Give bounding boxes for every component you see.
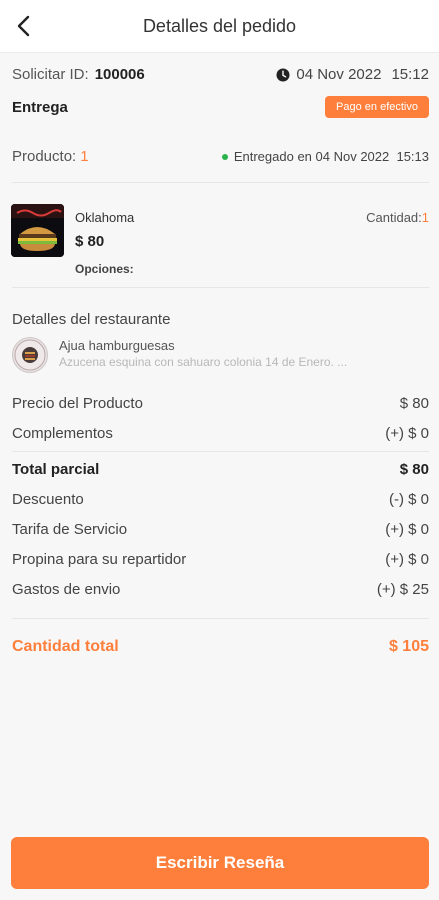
product-price: $ 80 — [75, 233, 105, 250]
total-amount-label: Cantidad total — [12, 638, 119, 655]
summary-label-tip: Propina para su repartidor — [12, 551, 187, 568]
product-count: Producto: 1 — [12, 148, 89, 165]
write-review-button[interactable]: Escribir Reseña — [11, 837, 429, 889]
summary-value-subtotal: $ 80 — [399, 461, 429, 478]
order-id: Solicitar ID: 100006 — [12, 66, 145, 83]
order-id-value: 100006 — [94, 66, 145, 83]
summary-value-tip: (+) $ 0 — [385, 551, 429, 568]
delivery-row: Entrega Pago en efectivo — [12, 96, 429, 119]
total-amount-value: $ 105 — [388, 638, 429, 655]
product-image — [11, 204, 64, 257]
order-id-row: Solicitar ID: 100006 04 Nov 2022 15:12 — [12, 66, 429, 86]
payment-method-badge: Pago en efectivo — [325, 96, 429, 118]
summary-label-service-fee: Tarifa de Servicio — [12, 521, 128, 538]
restaurant-section-title: Detalles del restaurante — [12, 311, 171, 328]
quantity-label: Cantidad: — [366, 210, 422, 225]
summary-value-service-fee: (+) $ 0 — [385, 521, 429, 538]
summary-value-addons: (+) $ 0 — [385, 425, 429, 442]
restaurant-name: Ajua hamburguesas — [59, 338, 175, 353]
order-details-content: Solicitar ID: 100006 04 Nov 2022 15:12 En… — [0, 53, 439, 900]
product-name: Oklahoma — [75, 210, 135, 225]
summary-value-product-price: $ 80 — [399, 395, 429, 412]
product-count-label: Producto: — [12, 148, 77, 165]
order-id-label: Solicitar ID: — [12, 66, 89, 83]
divider — [12, 618, 429, 619]
summary-value-delivery-fee: (+) $ 25 — [376, 581, 429, 598]
quantity-value: 1 — [421, 210, 429, 225]
restaurant-address: Azucena esquina con sahuaro colonia 14 d… — [59, 355, 348, 369]
summary-label-addons: Complementos — [12, 425, 113, 442]
product-quantity: Cantidad:1 — [366, 210, 429, 225]
order-datetime: 04 Nov 2022 15:12 — [276, 66, 429, 83]
delivery-type: Entrega — [12, 99, 68, 116]
order-time: 15:12 — [391, 66, 429, 83]
delivery-status: Entregado en 04 Nov 2022 15:13 — [221, 149, 429, 164]
summary-label-subtotal: Total parcial — [12, 461, 100, 478]
product-status-row: Producto: 1 Entregado en 04 Nov 2022 15:1… — [12, 148, 429, 168]
divider — [12, 287, 429, 288]
product-options: Opciones: — [75, 262, 134, 276]
product-count-value: 1 — [80, 148, 89, 165]
summary-label-discount: Descuento — [12, 491, 84, 508]
summary-value-discount: (-) $ 0 — [388, 491, 429, 508]
restaurant-logo — [12, 337, 48, 373]
top-app-bar: Detalles del pedido — [0, 0, 439, 53]
page-title: Detalles del pedido — [142, 16, 297, 36]
clock-icon — [276, 68, 290, 82]
divider — [12, 182, 429, 183]
delivered-text: Entregado en 04 Nov 2022 15:13 — [233, 149, 429, 164]
order-date: 04 Nov 2022 — [296, 66, 382, 83]
summary-label-product-price: Precio del Producto — [12, 395, 143, 412]
summary-label-delivery-fee: Gastos de envio — [12, 581, 121, 598]
divider — [12, 451, 429, 452]
status-dot-icon — [221, 153, 228, 160]
